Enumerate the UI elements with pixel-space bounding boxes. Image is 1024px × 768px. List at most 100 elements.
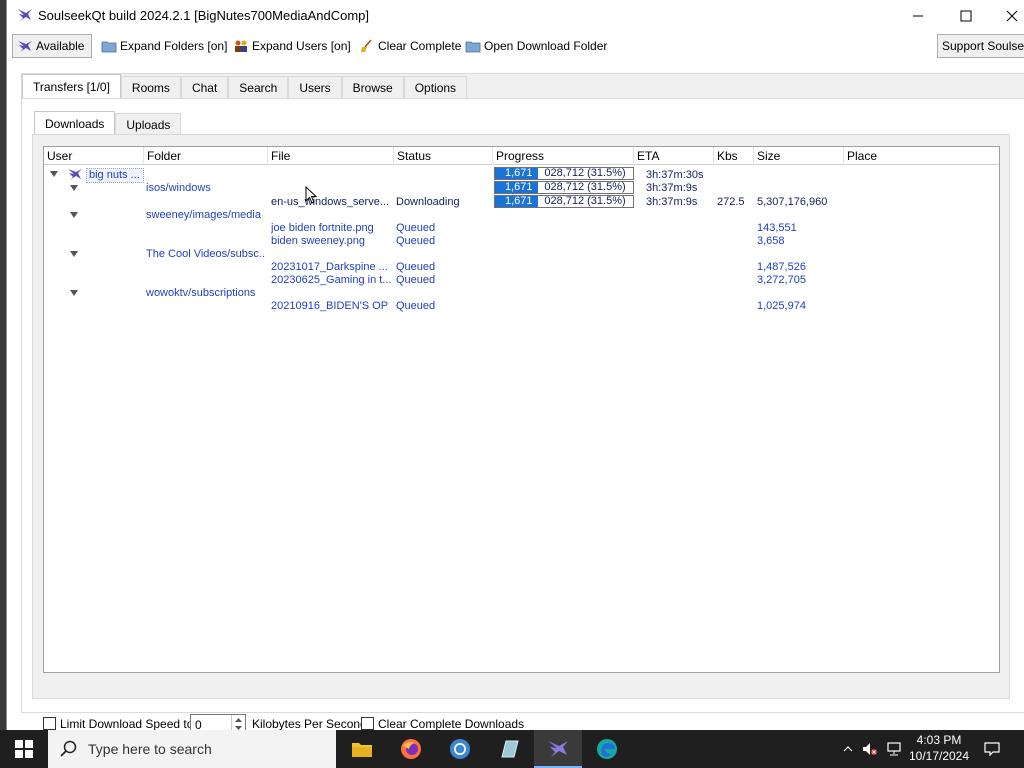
size-value: 1,025,974 xyxy=(757,300,806,312)
limit-speed-checkbox[interactable] xyxy=(43,717,56,730)
clear-complete-button[interactable]: Clear Complete xyxy=(355,34,465,58)
column-user[interactable]: User xyxy=(44,147,144,165)
column-file[interactable]: File xyxy=(268,147,394,165)
downloads-tree[interactable]: User Folder File Status Progress ETA Kbs… xyxy=(43,146,1000,673)
status-value: Downloading xyxy=(396,196,460,208)
close-button[interactable] xyxy=(989,0,1024,32)
tab-users[interactable]: Users xyxy=(288,76,342,99)
user-name: big nuts ... xyxy=(86,168,144,183)
expand-users-button[interactable]: Expand Users [on] xyxy=(229,34,355,58)
tab-rooms[interactable]: Rooms xyxy=(120,76,181,99)
transfers-panel: Downloads Uploads User Folder File Statu… xyxy=(22,98,1024,734)
chrome-icon[interactable] xyxy=(436,730,484,768)
file-name: biden sweeney.png xyxy=(271,235,365,247)
folder-name: wowoktv/subscriptions xyxy=(146,287,256,299)
collapse-arrow-icon[interactable] xyxy=(70,212,78,218)
tab-uploads[interactable]: Uploads xyxy=(115,113,182,135)
volume-muted-icon[interactable] xyxy=(860,730,880,768)
user-progress-bar: 1,671 028,712 (31.5%) xyxy=(494,167,634,180)
chevron-up-icon[interactable] xyxy=(838,730,858,768)
status-value: Queued xyxy=(396,222,436,234)
network-icon[interactable] xyxy=(884,730,904,768)
available-status-button[interactable]: Available xyxy=(12,34,92,58)
support-soulseek-button[interactable]: Support Soulseek xyxy=(937,34,1024,58)
clock-date: 10/17/2024 xyxy=(908,749,970,763)
folder-icon xyxy=(465,39,481,53)
tab-chat[interactable]: Chat xyxy=(180,76,229,99)
notepad-app-icon[interactable] xyxy=(485,730,533,768)
edge-icon[interactable] xyxy=(583,730,631,768)
collapse-arrow-icon[interactable] xyxy=(70,251,78,257)
soulseek-taskbar-icon[interactable] xyxy=(534,730,582,768)
eta-value: 3h:37m:30s xyxy=(646,169,704,181)
taskbar-search-box[interactable]: Type here to search xyxy=(48,730,336,768)
folder-name: The Cool Videos/subsc... xyxy=(146,248,266,260)
column-folder[interactable]: Folder xyxy=(144,147,268,165)
status-value: Queued xyxy=(396,300,436,312)
windows-logo-icon xyxy=(15,740,33,758)
column-eta[interactable]: ETA xyxy=(634,147,714,165)
open-download-folder-label: Open Download Folder xyxy=(484,39,608,53)
progress-text: 028,712 (31.5%) xyxy=(544,167,626,179)
soulseek-bird-icon xyxy=(67,167,83,181)
taskbar-clock[interactable]: 4:03 PM 10/17/2024 xyxy=(904,732,974,764)
windows-start-button[interactable] xyxy=(0,730,48,768)
size-value: 3,272,705 xyxy=(757,274,806,286)
transfer-subtabs: Downloads Uploads xyxy=(34,111,182,135)
file-explorer-icon[interactable] xyxy=(338,730,386,768)
taskbar: Type here to search 4:03 PM 10/17/2024 xyxy=(0,730,1024,768)
progress-fill: 1,671 xyxy=(495,182,539,193)
expand-folders-button[interactable]: Expand Folders [on] xyxy=(97,34,231,58)
size-value: 1,487,526 xyxy=(757,261,806,273)
clear-complete-downloads-label: Clear Complete Downloads xyxy=(378,717,525,731)
soulseek-bird-icon xyxy=(17,39,33,53)
tab-browse[interactable]: Browse xyxy=(341,76,404,99)
file-name: 20231017_Darkspine ... xyxy=(271,261,388,273)
kbs-value: 272.5 xyxy=(717,196,745,208)
eta-value: 3h:37m:9s xyxy=(646,182,698,194)
tab-options[interactable]: Options xyxy=(403,76,468,99)
toolbar: Available Expand Folders [on] Expand Use… xyxy=(7,34,1024,60)
status-value: Queued xyxy=(396,261,436,273)
minimize-button[interactable] xyxy=(895,0,941,32)
file-name: joe biden fortnite.png xyxy=(271,222,374,234)
notification-icon[interactable] xyxy=(980,730,1004,768)
available-label: Available xyxy=(36,39,85,53)
clear-complete-label: Clear Complete xyxy=(378,39,462,53)
tab-downloads[interactable]: Downloads xyxy=(34,111,116,135)
folder-progress-bar: 1,671 028,712 (31.5%) xyxy=(494,181,634,194)
open-download-folder-button[interactable]: Open Download Folder xyxy=(461,34,611,58)
file-name: 20230625_Gaming in t... xyxy=(271,274,391,286)
expand-folders-label: Expand Folders [on] xyxy=(120,39,228,53)
soulseek-bird-icon xyxy=(16,6,34,24)
table-header: User Folder File Status Progress ETA Kbs… xyxy=(44,147,999,165)
tab-transfers[interactable]: Transfers [1/0] xyxy=(22,74,121,99)
firefox-icon[interactable] xyxy=(387,730,435,768)
downloads-panel: User Folder File Status Progress ETA Kbs… xyxy=(32,134,1010,734)
clear-complete-downloads-checkbox[interactable] xyxy=(361,717,374,730)
collapse-arrow-icon[interactable] xyxy=(70,290,78,296)
limit-speed-label: Limit Download Speed to xyxy=(60,717,194,731)
progress-text: 028,712 (31.5%) xyxy=(544,195,626,207)
file-name: 20210916_BIDEN'S OP ... xyxy=(271,300,391,312)
progress-fill: 1,671 xyxy=(495,196,539,207)
tab-search[interactable]: Search xyxy=(228,76,289,99)
column-kbs[interactable]: Kbs xyxy=(714,147,754,165)
collapse-arrow-icon[interactable] xyxy=(50,171,58,177)
size-value: 3,658 xyxy=(757,235,785,247)
broom-icon xyxy=(359,39,375,53)
soulseek-window: SoulseekQt build 2024.2.1 [BigNutes700Me… xyxy=(6,0,1024,734)
column-place[interactable]: Place xyxy=(844,147,999,165)
size-value: 143,551 xyxy=(757,222,797,234)
column-size[interactable]: Size xyxy=(754,147,844,165)
window-title: SoulseekQt build 2024.2.1 [BigNutes700Me… xyxy=(38,8,369,23)
mouse-cursor-icon xyxy=(305,185,318,207)
maximize-button[interactable] xyxy=(943,0,989,32)
column-progress[interactable]: Progress xyxy=(493,147,634,165)
progress-text: 028,712 (31.5%) xyxy=(544,181,626,193)
main-tabs: Transfers [1/0] Rooms Chat Search Users … xyxy=(22,74,468,99)
collapse-arrow-icon[interactable] xyxy=(70,185,78,191)
column-status[interactable]: Status xyxy=(394,147,493,165)
eta-value: 3h:37m:9s xyxy=(646,196,698,208)
file-name: en-us_windows_serve... xyxy=(271,196,390,208)
